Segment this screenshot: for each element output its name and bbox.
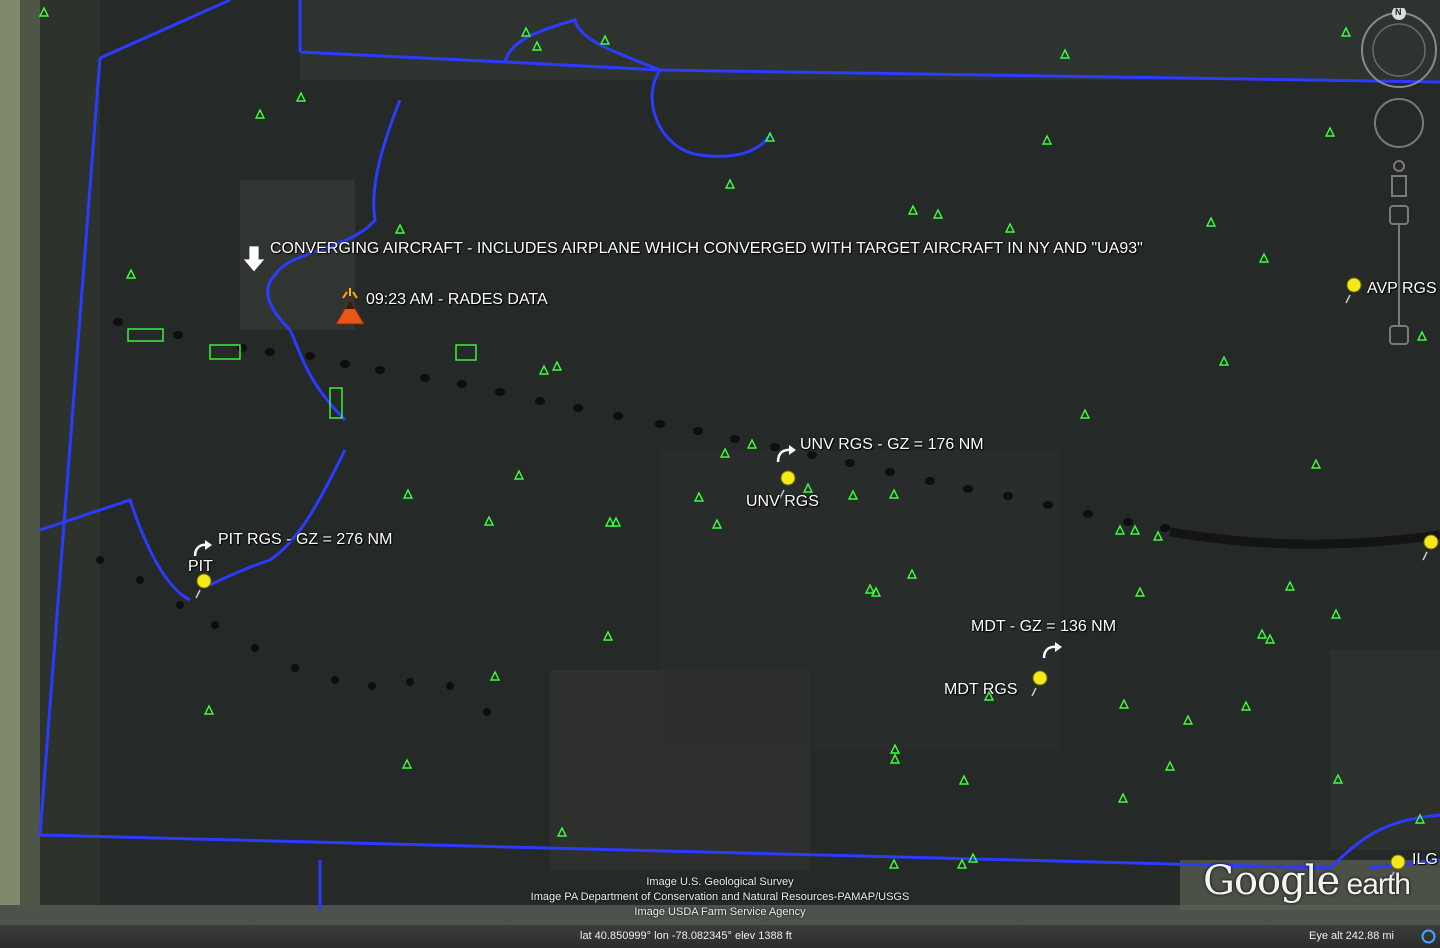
avp-rgs-label: AVP RGS (1367, 280, 1437, 297)
credit-line-3: Image USDA Farm Service Agency (634, 906, 806, 918)
coordinates-readout: lat 40.850999° lon -78.082345° elev 1388… (580, 930, 792, 942)
compass-north-label: N (1395, 7, 1402, 17)
map-canvas[interactable] (0, 0, 1440, 948)
pit-gz-label: PIT RGS - GZ = 276 NM (218, 531, 393, 548)
look-joystick-icon[interactable] (1374, 98, 1424, 148)
logo-main: Google (1203, 858, 1340, 904)
unv-gz-label: UNV RGS - GZ = 176 NM (800, 436, 984, 453)
street-view-person-icon[interactable] (1391, 160, 1407, 197)
google-earth-logo: Google earth (1203, 858, 1411, 904)
logo-sub: earth (1339, 868, 1411, 901)
status-bar: lat 40.850999° lon -78.082345° elev 1388… (0, 925, 1440, 948)
converging-aircraft-label: CONVERGING AIRCRAFT - INCLUDES AIRPLANE … (270, 240, 1143, 257)
loading-progress-icon (1421, 929, 1436, 944)
unv-rgs-label: UNV RGS (746, 493, 819, 510)
eye-altitude-readout: Eye alt 242.88 mi (1309, 930, 1394, 942)
zoom-slider[interactable] (1389, 205, 1409, 345)
navigation-controls[interactable] (1360, 8, 1440, 358)
rades-data-label: 09:23 AM - RADES DATA (366, 291, 548, 308)
mdt-gz-label: MDT - GZ = 136 NM (971, 618, 1117, 635)
left-terrain-light (0, 0, 20, 948)
pit-label: PIT (188, 558, 213, 575)
mdt-rgs-label: MDT RGS (944, 681, 1018, 698)
ilg-label: ILG (1412, 851, 1438, 868)
